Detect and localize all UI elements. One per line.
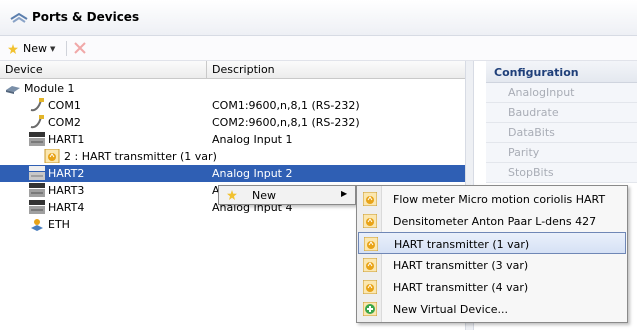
config-item[interactable]: Parity [486,143,637,163]
submenu-arrow-icon: ▶ [341,189,348,198]
column-header-device[interactable]: Device [5,63,43,76]
device-name: HART2 [48,167,85,180]
device-description: Analog Input 1 [212,133,293,146]
config-item[interactable]: Baudrate [486,103,637,123]
table-row[interactable]: 2 : HART transmitter (1 var) [0,148,465,165]
table-row[interactable]: COM2 COM2:9600,n,8,1 (RS-232) [0,114,465,131]
device-description: COM1:9600,n,8,1 (RS-232) [212,99,360,112]
submenu-item-label: HART transmitter (1 var) [394,238,530,251]
submenu-item[interactable]: Flow meter Micro motion coriolis HART [358,188,626,210]
device-name: HART1 [48,133,85,146]
config-item[interactable]: StopBits [486,163,637,183]
transmitter-icon [44,149,60,163]
add-virtual-device-icon [363,302,377,316]
context-menu-new[interactable]: New ▶ [219,186,355,204]
title-bar: Ports & Devices [0,0,637,36]
device-name: COM2 [48,116,81,129]
submenu-item[interactable]: Densitometer Anton Paar L-dens 427 [358,210,626,232]
transmitter-icon [363,280,377,294]
hart-icon [29,200,45,214]
ports-devices-icon [10,12,28,23]
submenu-item[interactable]: HART transmitter (4 var) [358,276,626,298]
submenu-item[interactable]: New Virtual Device... [358,298,626,320]
column-header-description[interactable]: Description [212,63,275,76]
config-item[interactable]: DataBits [486,123,637,143]
submenu-item-highlighted[interactable]: HART transmitter (1 var) [358,232,626,254]
serial-port-icon [30,115,44,129]
table-row[interactable]: COM1 COM1:9600,n,8,1 (RS-232) [0,97,465,114]
hart-icon [29,166,45,180]
device-name: HART3 [48,184,85,197]
device-name: HART4 [48,201,85,214]
device-name: 2 : HART transmitter (1 var) [64,150,217,163]
new-button[interactable]: New ▼ [8,40,59,57]
transmitter-icon [363,258,377,272]
new-submenu: Flow meter Micro motion coriolis HART De… [356,185,628,323]
new-star-icon [227,190,237,200]
table-row-selected[interactable]: HART2 Analog Input 2 [0,165,465,182]
delete-icon[interactable] [73,41,87,55]
configuration-title: Configuration [486,61,637,83]
device-name: ETH [48,218,70,231]
submenu-item-label: HART transmitter (4 var) [393,281,529,294]
transmitter-icon [364,237,378,251]
hart-icon [29,132,45,146]
submenu-item-label: Densitometer Anton Paar L-dens 427 [393,215,597,228]
device-description: COM2:9600,n,8,1 (RS-232) [212,116,360,129]
chevron-down-icon: ▼ [50,44,56,53]
module-icon [6,86,20,94]
context-menu-new-label: New [252,189,276,202]
window-title: Ports & Devices [32,10,140,24]
column-divider[interactable] [206,61,207,79]
device-name: Module 1 [24,82,75,95]
context-menu: New ▶ [218,185,356,205]
table-row[interactable]: HART1 Analog Input 1 [0,131,465,148]
toolbar: New ▼ [0,36,637,61]
submenu-item-label: New Virtual Device... [393,303,509,316]
table-row[interactable]: Module 1 [0,80,465,97]
device-description: Analog Input 2 [212,167,293,180]
toolbar-separator [66,41,67,56]
ethernet-icon [31,219,43,231]
serial-port-icon [30,98,44,112]
hart-icon [29,183,45,197]
transmitter-icon [363,214,377,228]
transmitter-icon [363,192,377,206]
new-button-label: New [23,42,47,55]
config-item[interactable]: AnalogInput [486,83,637,103]
submenu-item-label: HART transmitter (3 var) [393,259,529,272]
submenu-item-label: Flow meter Micro motion coriolis HART [393,193,606,206]
submenu-item[interactable]: HART transmitter (3 var) [358,254,626,276]
device-name: COM1 [48,99,81,112]
new-star-icon [8,43,18,54]
grid-header: Device Description [0,61,465,79]
